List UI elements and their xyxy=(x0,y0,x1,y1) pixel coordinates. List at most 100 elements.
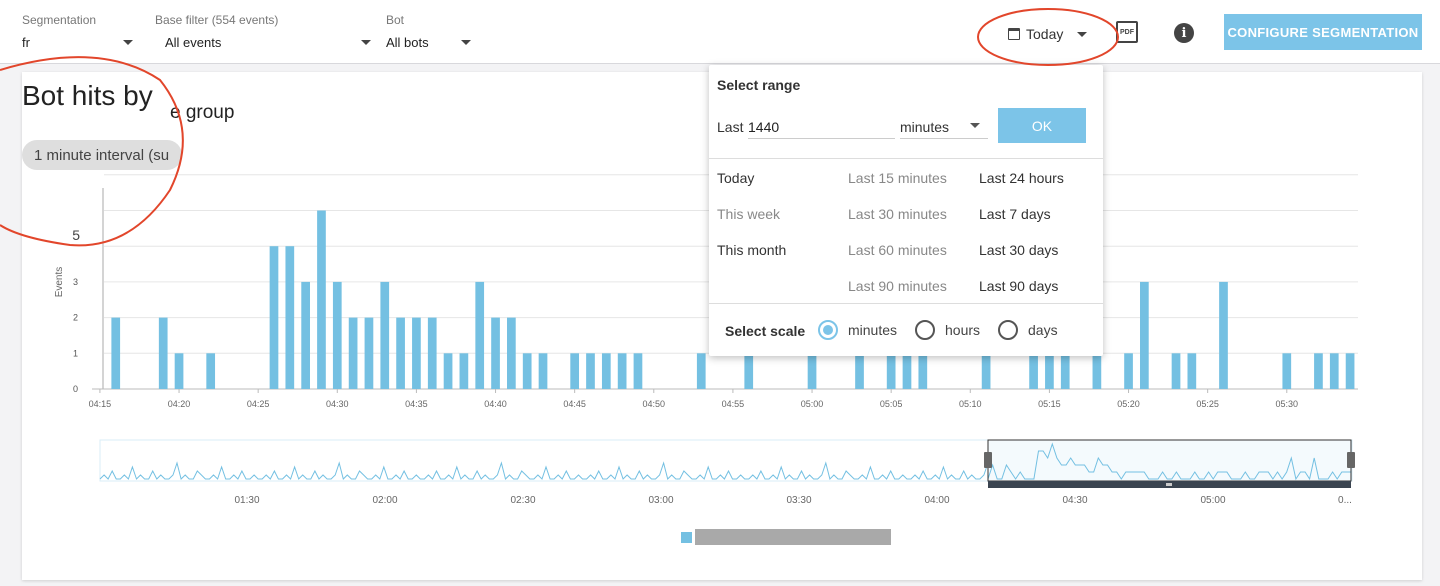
x-tick-label: 05:25 xyxy=(1196,399,1219,409)
range-popup: Select range Last minutes OK Today This … xyxy=(709,65,1103,356)
overview-x-tick-label: 0... xyxy=(1338,495,1352,506)
bar xyxy=(1171,353,1181,389)
bar xyxy=(1345,353,1355,389)
bar xyxy=(855,353,864,389)
range-option-last-24-hours[interactable]: Last 24 hours xyxy=(979,170,1064,186)
y-top-label: 5 xyxy=(72,227,80,243)
scale-label-hours: hours xyxy=(945,322,981,338)
overview-x-tick-label: 03:00 xyxy=(648,495,673,506)
bar xyxy=(807,353,817,389)
bar xyxy=(1140,281,1149,389)
ok-button[interactable]: OK xyxy=(998,108,1086,143)
legend-swatch[interactable] xyxy=(681,532,692,543)
bar xyxy=(1124,353,1133,389)
bar xyxy=(348,317,358,389)
overview-x-tick-label: 05:00 xyxy=(1200,495,1225,506)
x-tick-label: 04:55 xyxy=(722,399,745,409)
bar xyxy=(1092,353,1102,389)
y-tick-label: 0 xyxy=(73,384,78,394)
bar xyxy=(443,353,453,389)
bar xyxy=(1187,353,1197,389)
overview-x-tick-label: 03:30 xyxy=(786,495,811,506)
bar xyxy=(111,317,121,389)
bar xyxy=(1219,281,1228,389)
bar xyxy=(633,353,643,389)
radio-selected-icon xyxy=(818,320,838,340)
unit-select[interactable]: minutes xyxy=(900,111,988,139)
overview-x-tick-label: 04:00 xyxy=(924,495,949,506)
x-tick-label: 04:15 xyxy=(89,399,112,409)
range-option-last-90-days[interactable]: Last 90 days xyxy=(979,278,1058,294)
bar xyxy=(475,281,485,389)
overview-handle-left xyxy=(984,452,992,468)
bar xyxy=(1045,353,1054,389)
bar xyxy=(902,353,912,389)
bar xyxy=(601,353,611,389)
range-option-last-30-minutes[interactable]: Last 30 minutes xyxy=(848,206,947,222)
range-option-last-7-days[interactable]: Last 7 days xyxy=(979,206,1051,222)
bar xyxy=(886,353,896,389)
bar xyxy=(744,353,754,389)
x-tick-label: 05:30 xyxy=(1276,399,1299,409)
unit-chevron-down-icon xyxy=(970,123,980,128)
last-amount-input[interactable] xyxy=(748,111,895,139)
radio-unselected-icon xyxy=(998,320,1018,340)
bar xyxy=(364,317,374,389)
y-tick-label: 2 xyxy=(73,313,78,323)
bar xyxy=(317,210,326,389)
overview-x-tick-label: 04:30 xyxy=(1062,495,1087,506)
overview-selection xyxy=(987,439,1352,482)
bar xyxy=(174,353,184,389)
overview-scrollbar-grip xyxy=(1166,483,1172,486)
select-scale-label: Select scale xyxy=(725,323,806,339)
bar xyxy=(507,317,516,389)
bar xyxy=(570,353,580,389)
bar xyxy=(269,246,279,389)
x-tick-label: 04:35 xyxy=(405,399,428,409)
bar xyxy=(206,353,216,389)
overview-x-tick-label: 02:30 xyxy=(510,495,535,506)
bar xyxy=(301,281,310,389)
bar xyxy=(412,317,421,389)
x-tick-label: 05:20 xyxy=(1117,399,1140,409)
scale-radio-days[interactable]: days xyxy=(998,320,1058,340)
bar xyxy=(617,353,627,389)
x-tick-label: 05:05 xyxy=(880,399,903,409)
bar xyxy=(380,281,390,389)
bar xyxy=(459,353,469,389)
bar xyxy=(158,317,168,389)
scale-radio-minutes[interactable]: minutes xyxy=(818,320,897,340)
last-label: Last xyxy=(717,119,744,135)
range-option-last-60-minutes[interactable]: Last 60 minutes xyxy=(848,242,947,258)
bar xyxy=(1282,353,1292,389)
legend-label-redacted xyxy=(695,529,891,545)
bar xyxy=(396,317,405,389)
range-option-last-15-minutes[interactable]: Last 15 minutes xyxy=(848,170,947,186)
overview-handle-right xyxy=(1347,452,1355,468)
radio-unselected-icon xyxy=(915,320,935,340)
x-tick-label: 04:40 xyxy=(484,399,507,409)
range-option-this-month[interactable]: This month xyxy=(717,242,786,258)
range-option-this-week[interactable]: This week xyxy=(717,206,780,222)
bar xyxy=(1314,353,1323,389)
range-popup-header: Select range xyxy=(717,77,801,93)
unit-select-value: minutes xyxy=(900,119,950,135)
scale-label-days: days xyxy=(1028,322,1058,338)
scale-radio-hours[interactable]: hours xyxy=(915,320,980,340)
y-axis-label: Events xyxy=(54,267,65,298)
range-option-today[interactable]: Today xyxy=(717,170,754,186)
bar xyxy=(586,353,595,389)
range-option-last-90-minutes[interactable]: Last 90 minutes xyxy=(848,278,947,294)
bar xyxy=(1029,353,1038,389)
bar xyxy=(332,281,342,389)
overview-x-tick-label: 02:00 xyxy=(372,495,397,506)
bar xyxy=(981,353,991,389)
scale-label-minutes: minutes xyxy=(848,322,898,338)
overview-x-tick-label: 01:30 xyxy=(234,495,259,506)
range-option-last-30-days[interactable]: Last 30 days xyxy=(979,242,1058,258)
bar xyxy=(1329,353,1339,389)
x-tick-label: 04:50 xyxy=(643,399,666,409)
bar xyxy=(918,353,928,389)
divider xyxy=(709,303,1103,304)
y-tick-label: 3 xyxy=(73,277,78,287)
